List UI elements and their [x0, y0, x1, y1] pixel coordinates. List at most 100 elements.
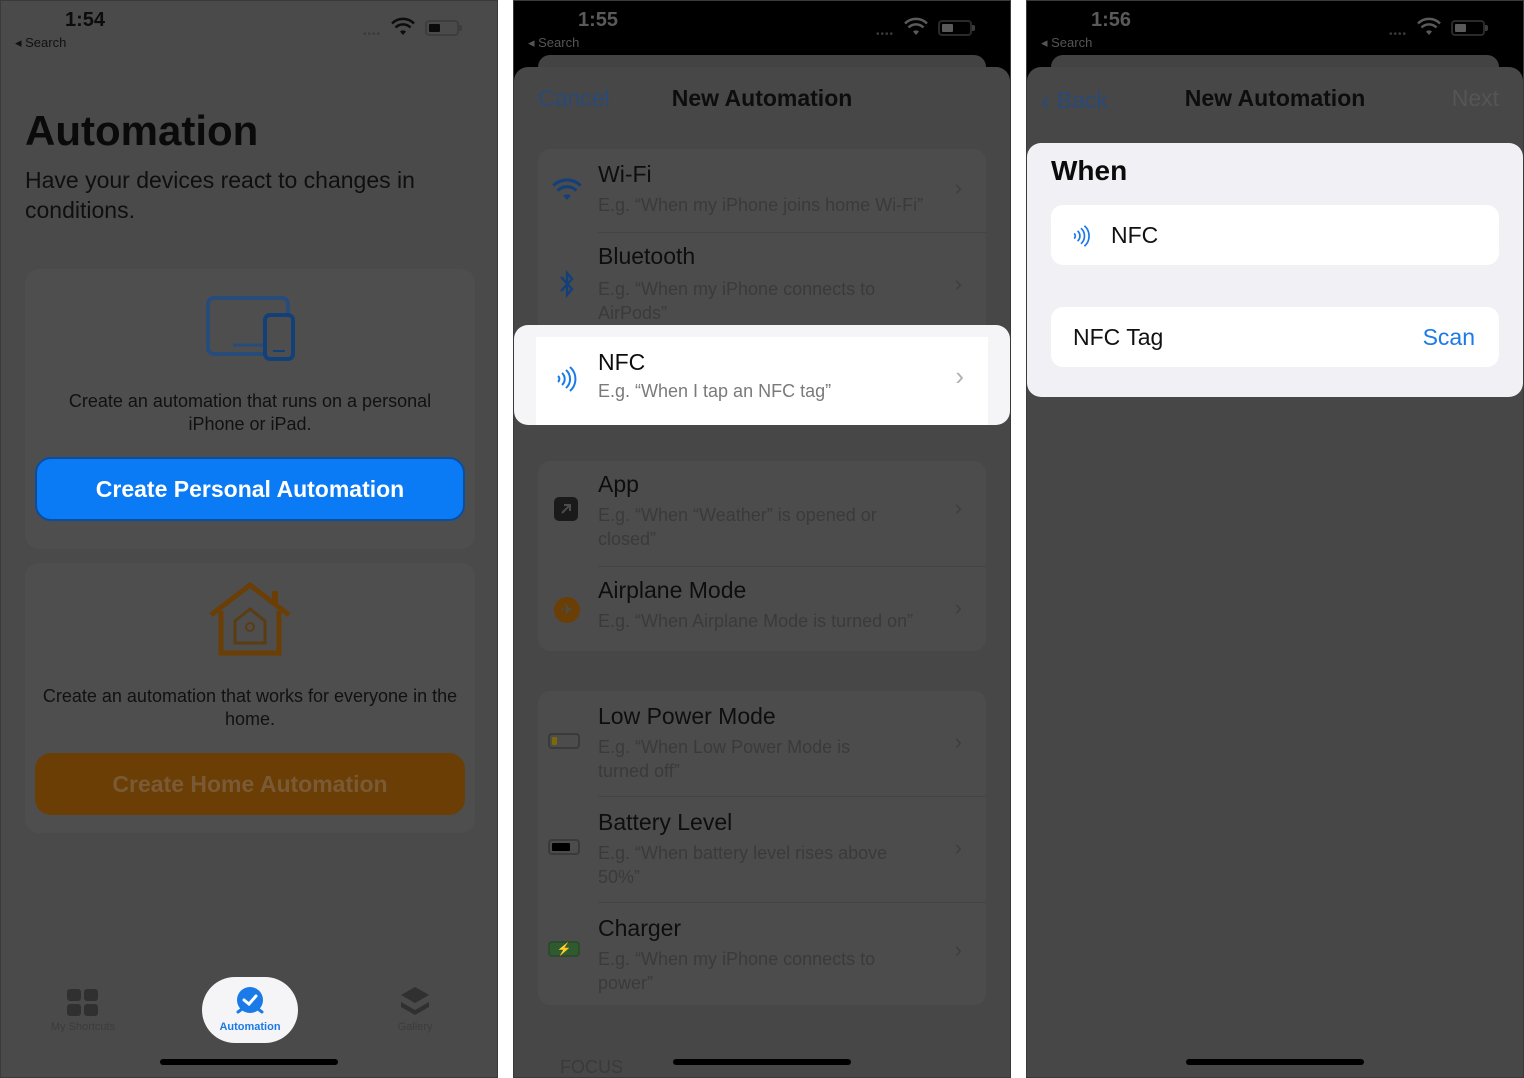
cellular-signal-icon: ••••	[362, 29, 381, 40]
wifi-status-icon	[1417, 17, 1441, 35]
wifi-status-icon	[904, 17, 928, 35]
tab-automation[interactable]: Automation	[202, 977, 298, 1043]
nfc-tag-row: NFC Tag Scan	[1051, 307, 1499, 367]
nav-title: New Automation	[671, 85, 853, 111]
trigger-title: Charger	[598, 915, 682, 941]
app-icon	[554, 497, 578, 521]
tab-label: Automation	[219, 1021, 281, 1033]
bluetooth-icon	[560, 269, 574, 299]
nfc-icon	[557, 366, 577, 392]
back-to-search-link[interactable]: ◂ Search	[528, 35, 579, 51]
trigger-subtitle: E.g. “When I tap an NFC tag”	[598, 381, 832, 401]
trigger-group-power: Low Power Mode E.g. “When Low Power Mode…	[538, 691, 986, 1005]
page-subtitle: Have your devices react to changes in co…	[25, 167, 415, 223]
wifi-status-icon	[391, 17, 415, 35]
home-indicator	[673, 1059, 851, 1065]
selected-trigger-nfc[interactable]: NFC	[1051, 205, 1499, 265]
trigger-title: Wi-Fi	[598, 161, 652, 187]
new-automation-sheet: ‹ Back New Automation Next When NFC NFC …	[1027, 67, 1523, 1077]
airplane-icon: ✈	[554, 597, 580, 623]
tab-label: My Shortcuts	[50, 1021, 116, 1033]
trigger-subtitle: E.g. “When battery level rises above 50%…	[598, 843, 888, 887]
trigger-row-bluetooth[interactable]: Bluetooth E.g. “When my iPhone connects …	[538, 233, 986, 337]
when-section: When NFC NFC Tag Scan	[1027, 143, 1523, 397]
battery-status-icon	[425, 20, 462, 36]
trigger-row-airplane-mode[interactable]: ✈ Airplane Mode E.g. “When Airplane Mode…	[538, 567, 986, 651]
trigger-row-nfc[interactable]: NFC E.g. “When I tap an NFC tag” ›	[514, 325, 1010, 425]
trigger-subtitle: E.g. “When Low Power Mode is turned off”	[598, 737, 851, 781]
nav-title: New Automation	[1184, 85, 1366, 111]
chevron-right-icon: ›	[955, 361, 964, 391]
create-home-automation-button[interactable]: Create Home Automation	[35, 753, 465, 815]
trigger-title: Bluetooth	[598, 243, 696, 269]
trigger-subtitle: E.g. “When Airplane Mode is turned on”	[598, 611, 914, 631]
trigger-group-connectivity: Wi-Fi E.g. “When my iPhone joins home Wi…	[538, 149, 986, 339]
wifi-icon	[552, 178, 582, 200]
trigger-subtitle: E.g. “When my iPhone connects to power”	[598, 949, 876, 993]
status-bar: 1:55 ◂ Search ••••	[514, 1, 1010, 57]
when-heading: When	[1051, 155, 1128, 186]
home-icon	[209, 582, 291, 656]
tab-my-shortcuts[interactable]: My Shortcuts	[35, 977, 131, 1043]
trigger-title: App	[598, 471, 639, 497]
home-indicator	[160, 1059, 338, 1065]
nfc-tag-label: NFC Tag	[1073, 324, 1164, 350]
tab-gallery[interactable]: Gallery	[367, 977, 463, 1043]
trigger-row-low-power-mode[interactable]: Low Power Mode E.g. “When Low Power Mode…	[538, 691, 986, 797]
layers-icon	[401, 987, 429, 1015]
section-header-focus: FOCUS	[560, 1057, 623, 1077]
personal-automation-card: Create an automation that runs on a pers…	[25, 269, 475, 549]
back-to-search-link[interactable]: ◂ Search	[15, 35, 66, 51]
chevron-right-icon: ›	[954, 937, 962, 962]
devices-icon	[206, 296, 295, 361]
status-time: 1:55	[578, 9, 619, 31]
trigger-row-charger[interactable]: ⚡ Charger E.g. “When my iPhone connects …	[538, 903, 986, 1005]
personal-automation-description: Create an automation that runs on a pers…	[68, 391, 432, 434]
chevron-right-icon: ›	[954, 595, 962, 620]
trigger-title: NFC	[598, 349, 646, 375]
screen-new-automation-nfc: 1:56 ◂ Search •••• ‹ Back New Automation…	[1026, 0, 1524, 1078]
chevron-right-icon: ›	[954, 729, 962, 754]
grid-icon	[67, 989, 98, 1016]
scan-button[interactable]: Scan	[1423, 324, 1475, 351]
trigger-subtitle: E.g. “When “Weather” is opened or closed…	[598, 505, 877, 549]
trigger-title: Airplane Mode	[598, 577, 747, 603]
trigger-title: Battery Level	[598, 809, 733, 835]
next-button[interactable]: Next	[1452, 85, 1499, 112]
status-bar: 1:56 ◂ Search ••••	[1027, 1, 1523, 57]
trigger-subtitle: E.g. “When my iPhone connects to AirPods…	[598, 279, 876, 323]
charger-icon: ⚡	[548, 941, 580, 957]
trigger-row-wifi[interactable]: Wi-Fi E.g. “When my iPhone joins home Wi…	[538, 149, 986, 233]
automation-clock-icon	[236, 987, 264, 1014]
home-automation-card: Create an automation that works for ever…	[25, 563, 475, 833]
tab-bar: My Shortcuts Automation Gallery	[1, 977, 497, 1047]
page-title: Automation	[25, 107, 259, 154]
screen-new-automation-triggers: 1:55 ◂ Search •••• Cancel New Automation…	[513, 0, 1011, 1078]
trigger-row-battery-level[interactable]: Battery Level E.g. “When battery level r…	[538, 797, 986, 903]
status-time: 1:54	[65, 9, 106, 31]
low-power-battery-icon	[548, 733, 580, 749]
battery-status-icon	[938, 20, 975, 36]
status-time: 1:56	[1091, 9, 1132, 31]
home-indicator	[1186, 1059, 1364, 1065]
nfc-icon	[1073, 225, 1090, 247]
nfc-row-surface: NFC E.g. “When I tap an NFC tag” ›	[536, 337, 988, 425]
trigger-group-apps: App E.g. “When “Weather” is opened or cl…	[538, 461, 986, 651]
trigger-row-app[interactable]: App E.g. “When “Weather” is opened or cl…	[538, 461, 986, 567]
cellular-signal-icon: ••••	[875, 29, 894, 40]
trigger-subtitle: E.g. “When my iPhone joins home Wi-Fi”	[598, 195, 924, 215]
trigger-label: NFC	[1111, 222, 1159, 248]
chevron-right-icon: ›	[954, 271, 962, 296]
home-automation-description: Create an automation that works for ever…	[42, 686, 458, 729]
create-personal-automation-button[interactable]: Create Personal Automation	[35, 457, 465, 521]
back-to-search-link[interactable]: ◂ Search	[1041, 35, 1092, 51]
trigger-title: Low Power Mode	[598, 703, 776, 729]
screen-automation-home: 1:54 ◂ Search •••• Automation Have your …	[0, 0, 498, 1078]
chevron-right-icon: ›	[954, 835, 962, 860]
tab-label: Gallery	[397, 1021, 433, 1033]
chevron-right-icon: ›	[954, 175, 962, 200]
battery-icon	[548, 839, 580, 855]
chevron-right-icon: ›	[954, 495, 962, 520]
new-automation-sheet: Cancel New Automation Wi-Fi E.g. “When m…	[514, 67, 1010, 1077]
battery-status-icon	[1451, 20, 1488, 36]
